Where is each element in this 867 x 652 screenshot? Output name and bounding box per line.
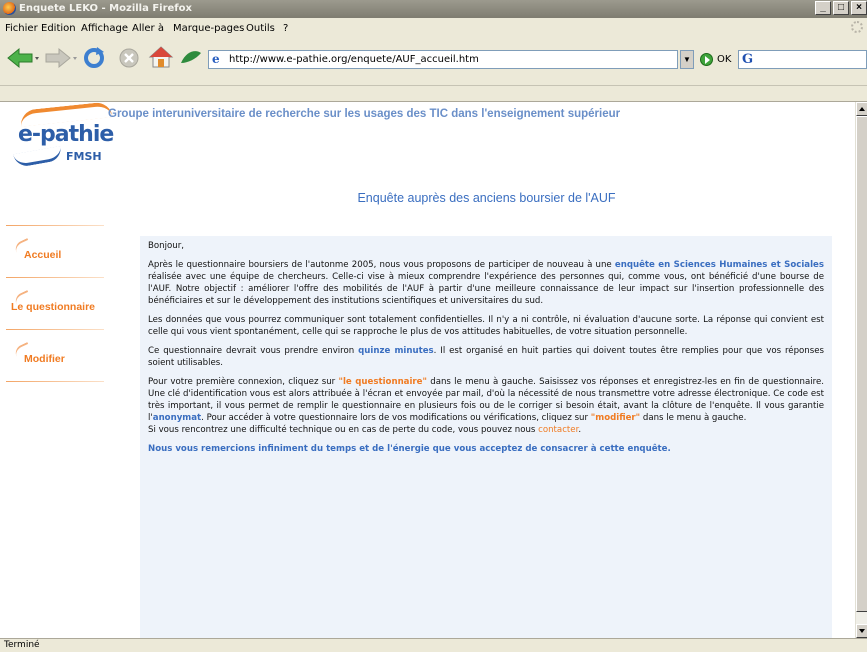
throbber-icon: [851, 21, 863, 33]
side-item-label[interactable]: Le questionnaire: [11, 301, 95, 313]
e-pathie-logo: e-pathie FMSH: [13, 102, 114, 176]
intro-panel: Bonjour, Après le questionnaire boursier…: [140, 236, 832, 638]
menu-edition[interactable]: Edition: [41, 23, 76, 34]
scroll-down-button[interactable]: [856, 624, 867, 638]
side-menu: Accueil Le questionnaire Modifier: [0, 225, 108, 433]
status-text: Terminé: [4, 640, 40, 650]
side-menu-end: [0, 381, 108, 433]
minimize-button[interactable]: _: [815, 1, 831, 15]
page-content: e-pathie FMSH Groupe interuniversitaire …: [0, 102, 855, 638]
menu-help[interactable]: ?: [283, 23, 288, 34]
forward-icon[interactable]: [44, 47, 78, 69]
anonymat-link[interactable]: anonymat: [153, 413, 201, 423]
menu-outils[interactable]: Outils: [246, 23, 275, 34]
paragraph-4: Pour votre première connexion, cliquez s…: [148, 376, 824, 436]
title-bar: Enquete LEKO - Mozilla Firefox _ □ ×: [0, 0, 867, 18]
menu-marque-pages[interactable]: Marque-pages: [173, 23, 244, 34]
firefox-icon: [3, 2, 16, 15]
google-icon: G: [742, 52, 754, 67]
leaf-icon[interactable]: [180, 49, 202, 67]
text: Pour votre première connexion, cliquez s…: [148, 377, 339, 387]
side-item-accueil[interactable]: Accueil: [0, 225, 108, 277]
close-button[interactable]: ×: [851, 1, 867, 15]
side-item-modifier[interactable]: Modifier: [0, 329, 108, 381]
scroll-thumb[interactable]: [856, 116, 867, 612]
page-e-icon: e: [212, 52, 220, 66]
side-item-questionnaire[interactable]: Le questionnaire: [0, 277, 108, 329]
window-title: Enquete LEKO - Mozilla Firefox: [19, 3, 192, 14]
text: Après le questionnaire boursiers de l'au…: [148, 260, 615, 270]
url-bar[interactable]: e http://www.e-pathie.org/enquete/AUF_ac…: [208, 50, 678, 69]
bookmarks-toolbar: [0, 86, 867, 102]
modifier-link[interactable]: "modifier": [591, 413, 640, 423]
url-dropdown-button[interactable]: ▼: [680, 50, 694, 69]
go-label[interactable]: OK: [717, 54, 731, 65]
divider: [6, 277, 104, 278]
text: .: [578, 425, 582, 435]
search-box[interactable]: G: [738, 50, 867, 69]
menu-fichier[interactable]: Fichier: [5, 23, 38, 34]
stop-icon[interactable]: [118, 47, 140, 69]
menu-affichage[interactable]: Affichage: [81, 23, 128, 34]
text: Si vous rencontrez une difficulté techni…: [148, 425, 539, 435]
browser-window: Enquete LEKO - Mozilla Firefox _ □ × Fic…: [0, 0, 867, 652]
logo-swoosh-bottom: [13, 145, 63, 169]
paragraph-1: Après le questionnaire boursiers de l'au…: [148, 259, 824, 307]
group-title: Groupe interuniversitaire de recherche s…: [108, 108, 621, 120]
questionnaire-link[interactable]: "le questionnaire": [338, 377, 427, 387]
logo-sub: FMSH: [66, 150, 102, 163]
page-title: Enquête auprès des anciens boursier de l…: [357, 191, 616, 205]
duration-highlight: quinze minutes: [358, 346, 434, 356]
go-icon[interactable]: [700, 53, 713, 66]
status-bar: Terminé: [0, 638, 867, 652]
reload-icon[interactable]: [82, 46, 106, 70]
text: Ce questionnaire devrait vous prendre en…: [148, 346, 359, 356]
menu-aller[interactable]: Aller à: [132, 23, 164, 34]
text: réalisée avec une équipe de chercheurs. …: [148, 272, 824, 306]
vertical-scrollbar[interactable]: [855, 102, 867, 638]
text: dans le menu à gauche.: [640, 413, 747, 423]
thanks-message: Nous vous remercions infiniment du temps…: [148, 444, 671, 454]
navigation-toolbar: e http://www.e-pathie.org/enquete/AUF_ac…: [0, 38, 867, 86]
paragraph-3: Ce questionnaire devrait vous prendre en…: [148, 345, 824, 369]
greeting: Bonjour,: [148, 241, 184, 251]
home-icon[interactable]: [148, 45, 174, 69]
maximize-button[interactable]: □: [833, 1, 849, 15]
contact-link[interactable]: contacter: [538, 425, 578, 435]
paragraph-2: Les données que vous pourrez communiquer…: [148, 315, 824, 337]
scroll-up-button[interactable]: [856, 102, 867, 116]
divider: [6, 329, 104, 330]
back-icon[interactable]: [6, 47, 40, 69]
side-item-label[interactable]: Accueil: [24, 249, 61, 261]
divider: [6, 225, 104, 226]
text: . Pour accéder à votre questionnaire lor…: [201, 413, 591, 423]
logo-brand: e-pathie: [18, 122, 114, 147]
sciences-link[interactable]: enquête en Sciences Humaines et Sociales: [615, 260, 824, 270]
url-text[interactable]: http://www.e-pathie.org/enquete/AUF_accu…: [229, 54, 479, 65]
menu-bar: Fichier Edition Affichage Aller à Marque…: [0, 18, 867, 38]
divider: [6, 381, 104, 382]
side-item-label[interactable]: Modifier: [24, 353, 65, 365]
